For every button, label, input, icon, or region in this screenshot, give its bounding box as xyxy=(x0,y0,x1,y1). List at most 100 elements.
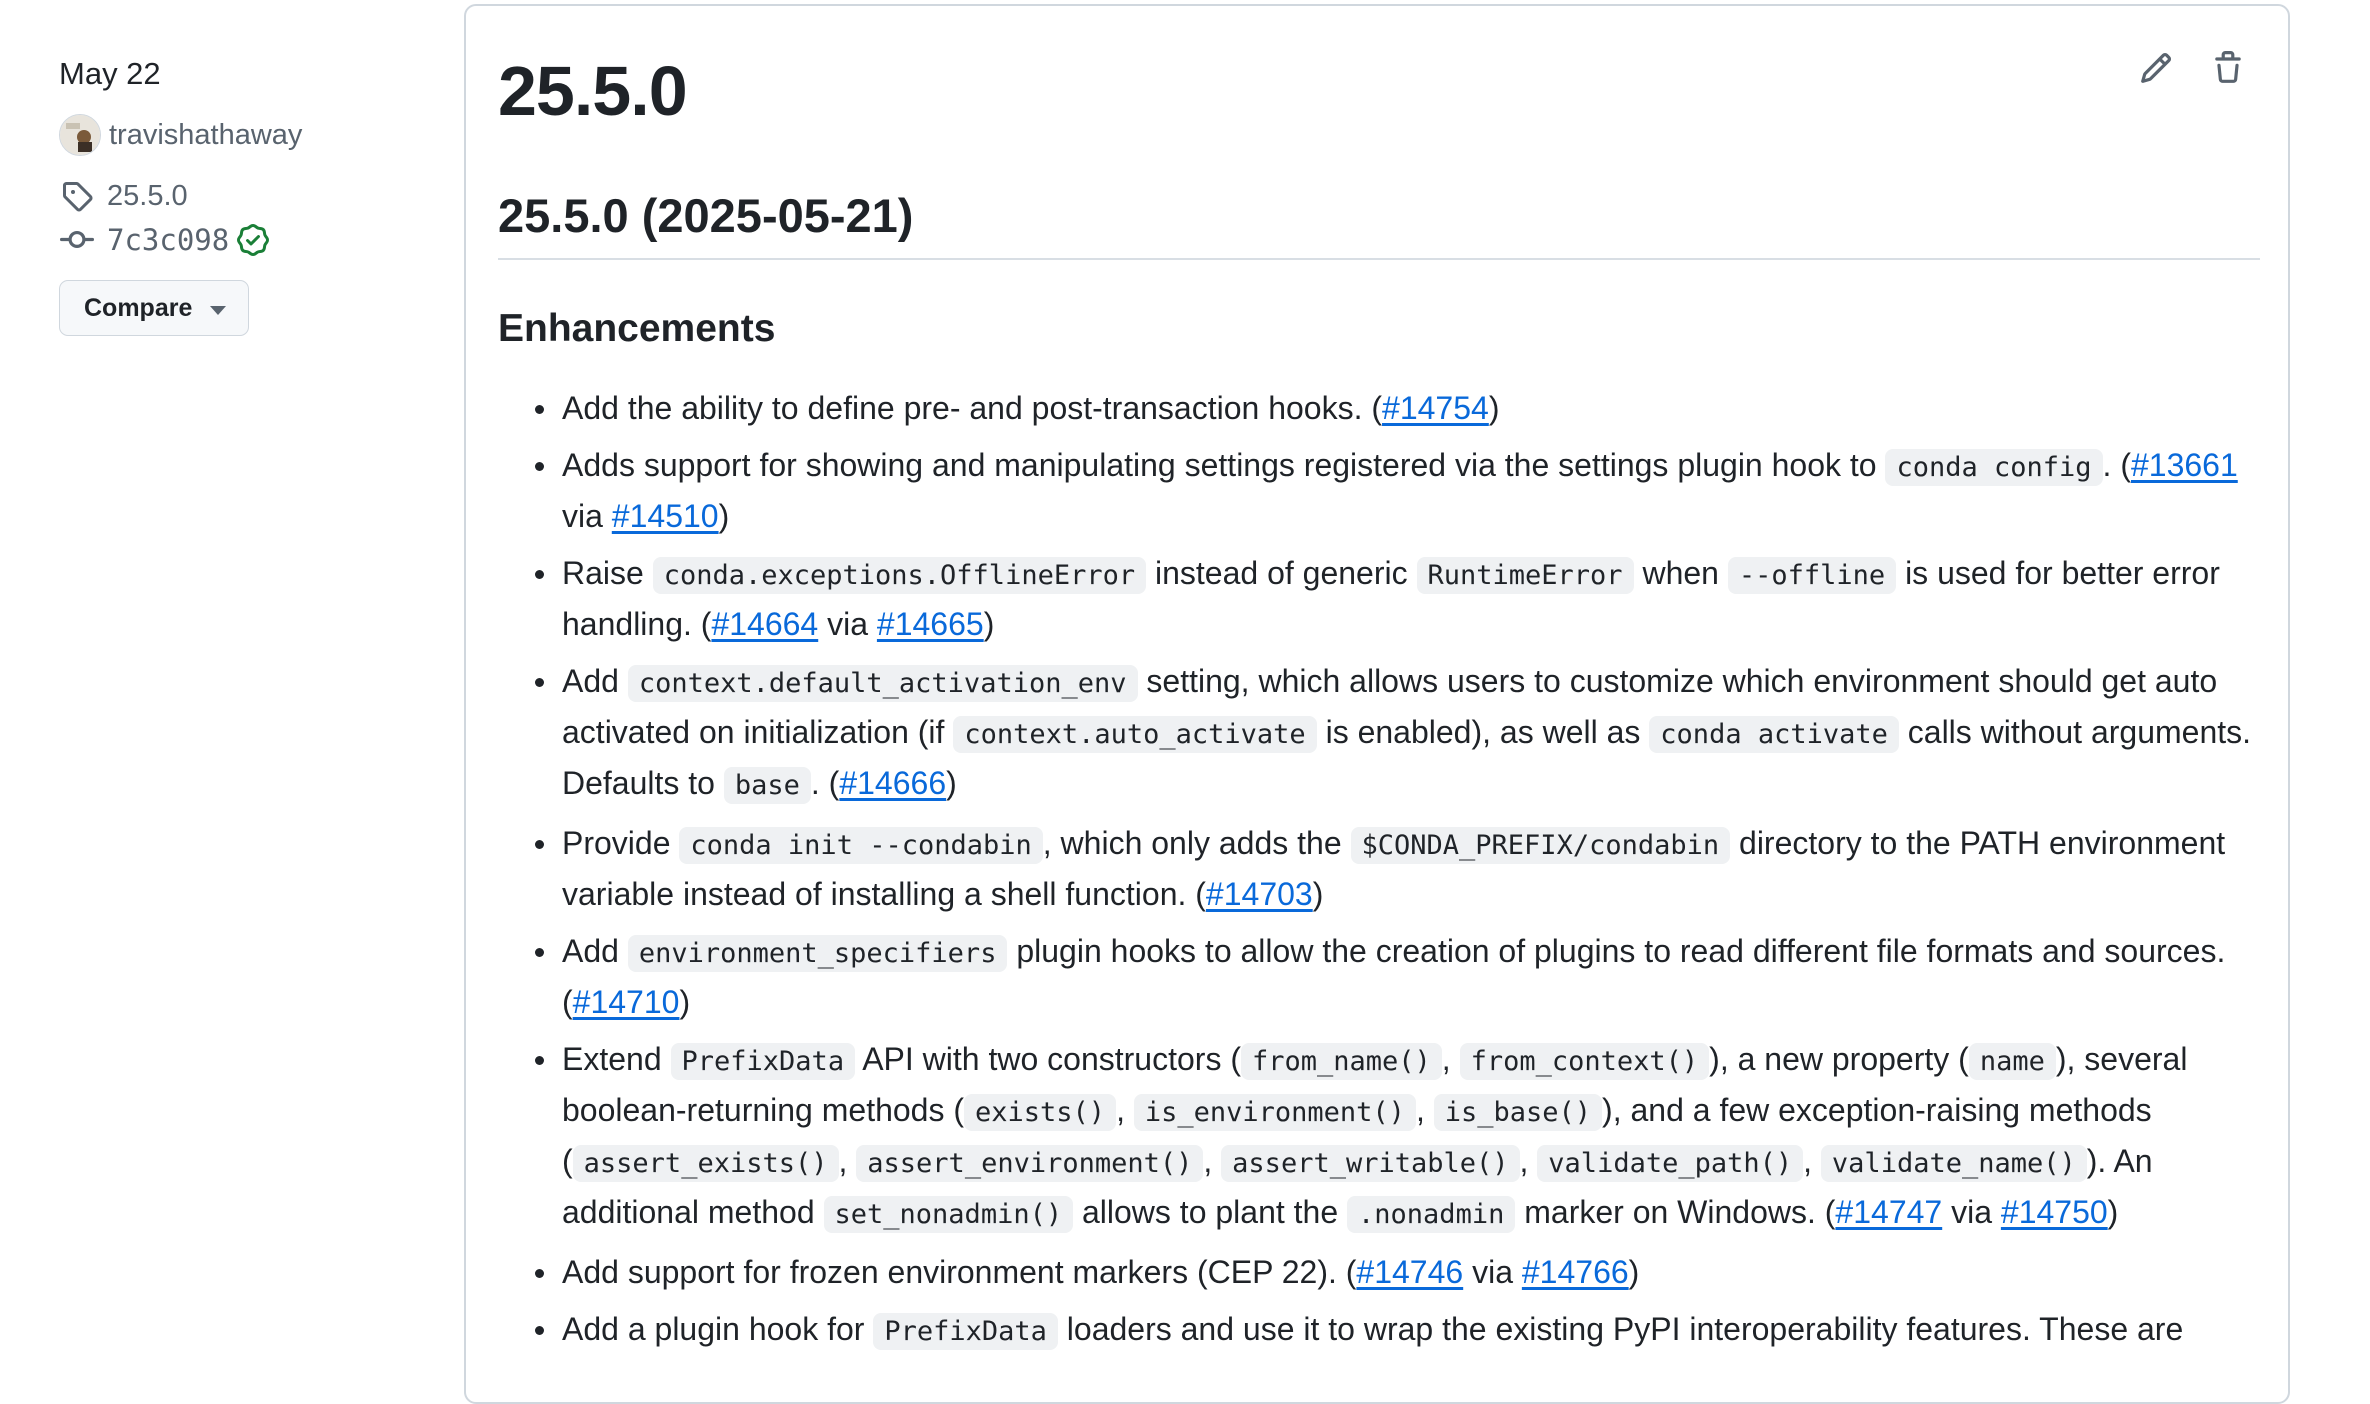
release-note-item: Provide conda init --condabin, which onl… xyxy=(535,819,2260,918)
verified-check-icon[interactable] xyxy=(237,224,270,256)
release-note-item: Adds support for showing and manipulatin… xyxy=(535,441,2260,540)
inline-code: .nonadmin xyxy=(1347,1196,1516,1233)
inline-code: environment_specifiers xyxy=(627,935,1008,972)
inline-code: conda config xyxy=(1885,449,2103,486)
commit-row[interactable]: 7c3c098 xyxy=(59,218,439,262)
release-note-item: Add environment_specifiers plugin hooks … xyxy=(535,927,2260,1026)
release-note-item: Extend PrefixData API with two construct… xyxy=(535,1035,2260,1239)
inline-code: PrefixData xyxy=(873,1313,1058,1350)
inline-code: context.auto_activate xyxy=(953,716,1317,753)
inline-code: conda.exceptions.OfflineError xyxy=(652,557,1147,594)
note-text: Provide xyxy=(562,825,680,861)
release-body: 25.5.0 25.5.0 (2025-05-21) Enhancements … xyxy=(498,46,2260,1365)
issue-link[interactable]: #14703 xyxy=(1206,876,1313,912)
compare-button[interactable]: Compare xyxy=(59,280,250,336)
note-text: Add xyxy=(562,663,628,699)
note-text: is enabled), as well as xyxy=(1316,714,1650,750)
tag-row[interactable]: 25.5.0 xyxy=(59,174,439,218)
issue-link[interactable]: #13661 xyxy=(2131,447,2238,483)
inline-code: RuntimeError xyxy=(1416,557,1634,594)
avatar[interactable] xyxy=(59,114,101,156)
commit-sha[interactable]: 7c3c098 xyxy=(107,223,229,257)
release-note-item: Add a plugin hook for PrefixData loaders… xyxy=(535,1305,2260,1356)
inline-code: assert_exists() xyxy=(572,1145,839,1182)
inline-code: assert_environment() xyxy=(856,1145,1204,1182)
tag-name[interactable]: 25.5.0 xyxy=(107,180,188,213)
note-text: , xyxy=(838,1143,857,1179)
note-text: via xyxy=(1463,1254,1522,1290)
release-note-item: Add context.default_activation_env setti… xyxy=(535,657,2260,810)
note-text: ) xyxy=(983,606,995,642)
release-notes-list: Add the ability to define pre- and post-… xyxy=(498,384,2260,1356)
git-commit-icon xyxy=(59,222,95,258)
release-subtitle: 25.5.0 (2025-05-21) xyxy=(498,186,2260,260)
note-text: ) xyxy=(679,984,691,1020)
note-text: loaders and use it to wrap the existing … xyxy=(1057,1311,2184,1347)
note-text: allows to plant the xyxy=(1073,1194,1348,1230)
issue-link[interactable]: #14747 xyxy=(1835,1194,1942,1230)
note-text: . ( xyxy=(810,765,840,801)
inline-code: PrefixData xyxy=(670,1043,856,1080)
inline-code: from_name() xyxy=(1240,1043,1442,1080)
note-text: , xyxy=(1116,1092,1134,1128)
issue-link[interactable]: #14766 xyxy=(1522,1254,1629,1290)
author-link[interactable]: travishathaway xyxy=(109,119,302,152)
note-text: , xyxy=(1519,1143,1538,1179)
inline-code: context.default_activation_env xyxy=(627,665,1138,702)
note-text: ) xyxy=(718,498,730,534)
release-title[interactable]: 25.5.0 xyxy=(498,46,2260,136)
inline-code: conda init --condabin xyxy=(679,827,1043,864)
author-row[interactable]: travishathaway xyxy=(59,114,439,156)
inline-code: is_base() xyxy=(1433,1094,1603,1131)
note-text: Raise xyxy=(562,555,653,591)
release-note-item: Raise conda.exceptions.OfflineError inst… xyxy=(535,549,2260,648)
note-text: ) xyxy=(946,765,957,801)
note-text: via xyxy=(562,498,612,534)
release-sidebar: May 22 travishathaway 25.5.0 7c3c098 Com… xyxy=(59,56,439,336)
note-text: Extend xyxy=(562,1041,671,1077)
release-note-item: Add the ability to define pre- and post-… xyxy=(535,384,2260,432)
note-text: Add support for frozen environment marke… xyxy=(562,1254,1357,1290)
inline-code: validate_path() xyxy=(1537,1145,1804,1182)
note-text: Add the ability to define pre- and post-… xyxy=(562,390,1383,426)
tag-icon xyxy=(59,178,95,214)
note-text: ) xyxy=(2107,1194,2119,1230)
note-text: ) xyxy=(1312,876,1324,912)
release-card: 25.5.0 25.5.0 (2025-05-21) Enhancements … xyxy=(464,4,2290,1404)
issue-link[interactable]: #14666 xyxy=(839,765,946,801)
inline-code: assert_writable() xyxy=(1221,1145,1520,1182)
note-text: marker on Windows. ( xyxy=(1515,1194,1836,1230)
inline-code: conda activate xyxy=(1649,716,1899,753)
note-text: ) xyxy=(1628,1254,1640,1290)
note-text: API with two constructors ( xyxy=(855,1041,1241,1077)
release-date: May 22 xyxy=(59,56,161,91)
issue-link[interactable]: #14754 xyxy=(1382,390,1489,426)
note-text: Add a plugin hook for xyxy=(562,1311,874,1347)
issue-link[interactable]: #14746 xyxy=(1356,1254,1463,1290)
note-text: via xyxy=(1942,1194,2001,1230)
note-text: . ( xyxy=(2102,447,2131,483)
chevron-down-icon xyxy=(210,305,227,315)
inline-code: --offline xyxy=(1727,557,1897,594)
note-text: ) xyxy=(1488,390,1500,426)
issue-link[interactable]: #14750 xyxy=(2001,1194,2108,1230)
note-text: Adds support for showing and manipulatin… xyxy=(562,447,1886,483)
note-text: when xyxy=(1633,555,1728,591)
inline-code: $CONDA_PREFIX/condabin xyxy=(1350,827,1731,864)
note-text: , xyxy=(1803,1143,1821,1179)
note-text: Add xyxy=(562,933,628,969)
section-heading: Enhancements xyxy=(498,307,776,350)
note-text: , xyxy=(1441,1041,1460,1077)
compare-label: Compare xyxy=(84,293,193,322)
inline-code: validate_name() xyxy=(1820,1145,2087,1182)
inline-code: name xyxy=(1968,1043,2056,1080)
issue-link[interactable]: #14710 xyxy=(573,984,680,1020)
note-text: , xyxy=(1415,1092,1434,1128)
inline-code: base xyxy=(723,767,811,804)
note-text: instead of generic xyxy=(1146,555,1417,591)
inline-code: is_environment() xyxy=(1133,1094,1416,1131)
note-text: , xyxy=(1203,1143,1222,1179)
issue-link[interactable]: #14665 xyxy=(877,606,984,642)
issue-link[interactable]: #14664 xyxy=(711,606,818,642)
issue-link[interactable]: #14510 xyxy=(612,498,719,534)
